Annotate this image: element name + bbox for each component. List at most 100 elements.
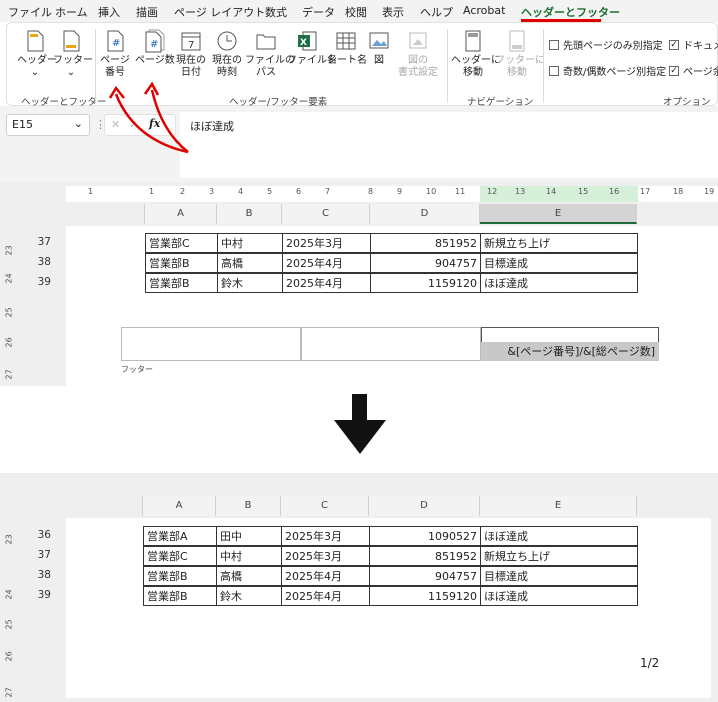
vertical-ruler-tick: 25 <box>4 619 14 630</box>
footer-icon <box>63 30 80 52</box>
menu-header-footer[interactable]: ヘッダーとフッター <box>521 4 620 20</box>
table-cell-date[interactable]: 2025年4月 <box>282 273 371 293</box>
current-time-button[interactable]: 現在の 時刻 <box>209 29 245 79</box>
ruler-tick: 1 <box>149 187 155 196</box>
table-cell-person[interactable]: 鈴木 <box>217 273 283 293</box>
table-cell-person[interactable]: 中村 <box>217 233 283 253</box>
chevron-down-icon: ⌄ <box>30 67 40 78</box>
goto-footer-button[interactable]: フッターに 移動 <box>495 29 545 79</box>
menu-acrobat[interactable]: Acrobat <box>463 4 505 17</box>
table-cell-status[interactable]: 目標達成 <box>480 566 638 586</box>
column-header-e[interactable]: E <box>480 496 637 516</box>
table-cell-date[interactable]: 2025年4月 <box>282 253 371 273</box>
table-cell-person[interactable]: 高橋 <box>217 253 283 273</box>
option-align-with-margins[interactable]: ✓ページ余白 <box>669 63 718 78</box>
table-cell-amount[interactable]: 904757 <box>370 253 481 273</box>
checkbox[interactable] <box>549 39 559 50</box>
checkbox[interactable]: ✓ <box>669 65 679 76</box>
menu-page-layout[interactable]: ページ レイアウト <box>174 4 265 20</box>
footer-center-section[interactable] <box>301 327 481 361</box>
row-header[interactable]: 37 <box>10 236 65 248</box>
column-header-a[interactable]: A <box>143 496 216 516</box>
menu-formulas[interactable]: 数式 <box>265 4 287 20</box>
column-header-b[interactable]: B <box>216 496 281 516</box>
table-cell-date[interactable]: 2025年4月 <box>281 566 370 586</box>
ruler-tick: 8 <box>368 187 374 196</box>
option-odd-even-different[interactable]: 奇数/偶数ページ別指定 <box>549 63 666 78</box>
ruler-tick: 19 <box>704 187 715 196</box>
column-header-a[interactable]: A <box>145 204 217 224</box>
table-cell-status[interactable]: ほぼ達成 <box>480 586 638 606</box>
table-cell-name[interactable]: 営業部B <box>143 566 217 586</box>
table-cell-name[interactable]: 営業部B <box>145 253 218 273</box>
row-header[interactable]: 37 <box>10 549 65 561</box>
table-cell-status[interactable]: ほぼ達成 <box>480 526 638 546</box>
table-cell-amount[interactable]: 851952 <box>370 233 481 253</box>
ruler-tick: 3 <box>209 187 215 196</box>
table-cell-status[interactable]: ほぼ達成 <box>480 273 638 293</box>
format-picture-button[interactable]: 図の 書式設定 <box>395 29 441 79</box>
column-header-d[interactable]: D <box>369 496 480 516</box>
row-header[interactable]: 36 <box>10 529 65 541</box>
ruler-tick: 15 <box>578 187 589 196</box>
goto-header-button[interactable]: ヘッダーに 移動 <box>451 29 501 79</box>
table-cell-amount[interactable]: 1159120 <box>370 273 481 293</box>
checkbox[interactable] <box>549 65 559 76</box>
menu-review[interactable]: 校閲 <box>345 4 367 20</box>
formula-input[interactable] <box>180 112 718 178</box>
page-count-icon: # <box>145 29 165 53</box>
menu-view[interactable]: 表示 <box>382 4 404 20</box>
table-cell-status[interactable]: 新規立ち上げ <box>480 233 638 253</box>
menu-draw[interactable]: 描画 <box>136 4 158 20</box>
menu-help[interactable]: ヘルプ <box>420 4 453 20</box>
table-cell-date[interactable]: 2025年3月 <box>281 526 370 546</box>
footer-button[interactable]: フッター ⌄ <box>53 29 93 79</box>
menu-data[interactable]: データ <box>302 4 335 20</box>
row-header[interactable]: 38 <box>10 569 65 581</box>
table-cell-name[interactable]: 営業部B <box>145 273 218 293</box>
menu-insert[interactable]: 挿入 <box>98 4 120 20</box>
row-header[interactable]: 39 <box>10 589 65 601</box>
column-header-c[interactable]: C <box>282 204 370 224</box>
table-cell-name[interactable]: 営業部C <box>143 546 217 566</box>
row-header[interactable]: 39 <box>10 276 65 288</box>
footer-left-section[interactable] <box>121 327 301 361</box>
checkbox[interactable]: ✓ <box>669 39 679 50</box>
column-header-e[interactable]: E <box>480 204 637 224</box>
sheet-name-button[interactable]: シート名 <box>327 29 367 67</box>
file-name-button[interactable]: X ファイル名 <box>287 29 337 67</box>
group-separator <box>447 29 448 103</box>
table-cell-date[interactable]: 2025年3月 <box>281 546 370 566</box>
menu-home[interactable]: ホーム <box>55 4 88 20</box>
table-cell-amount[interactable]: 904757 <box>369 566 481 586</box>
table-cell-amount[interactable]: 1159120 <box>369 586 481 606</box>
table-cell-status[interactable]: 目標達成 <box>480 253 638 273</box>
table-cell-person[interactable]: 鈴木 <box>216 586 282 606</box>
option-first-page-different[interactable]: 先頭ページのみ別指定 <box>549 37 663 52</box>
file-path-button[interactable]: ファイルの パス <box>245 29 295 79</box>
table-cell-name[interactable]: 営業部C <box>145 233 218 253</box>
option-scale-with-document[interactable]: ✓ドキュメン <box>669 37 718 52</box>
sheet-grid-icon <box>336 32 356 50</box>
table-cell-amount[interactable]: 1090527 <box>369 526 481 546</box>
name-box[interactable]: E15 ⌄ <box>6 114 90 136</box>
ruler-tick: 5 <box>267 187 273 196</box>
column-header-c[interactable]: C <box>281 496 369 516</box>
table-cell-date[interactable]: 2025年4月 <box>281 586 370 606</box>
svg-text:#: # <box>112 38 120 49</box>
table-cell-name[interactable]: 営業部A <box>143 526 217 546</box>
table-cell-amount[interactable]: 851952 <box>369 546 481 566</box>
menu-file[interactable]: ファイル <box>8 4 52 20</box>
picture-button[interactable]: 図 <box>365 29 393 67</box>
table-cell-name[interactable]: 営業部B <box>143 586 217 606</box>
table-cell-person[interactable]: 中村 <box>216 546 282 566</box>
table-cell-person[interactable]: 田中 <box>216 526 282 546</box>
table-cell-person[interactable]: 高橋 <box>216 566 282 586</box>
column-header-blank <box>66 496 143 516</box>
table-cell-date[interactable]: 2025年3月 <box>282 233 371 253</box>
column-header-b[interactable]: B <box>217 204 282 224</box>
column-header-d[interactable]: D <box>370 204 480 224</box>
header-button[interactable]: ヘッダー ⌄ <box>17 29 57 79</box>
table-cell-status[interactable]: 新規立ち上げ <box>480 546 638 566</box>
row-header[interactable]: 38 <box>10 256 65 268</box>
